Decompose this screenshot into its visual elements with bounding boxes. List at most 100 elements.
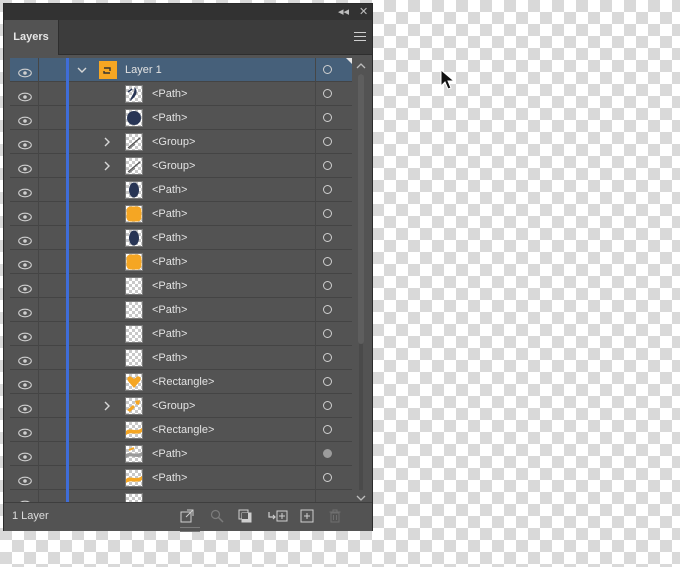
panel-resize-grip[interactable] bbox=[180, 527, 200, 532]
visibility-eye-icon[interactable] bbox=[18, 449, 32, 462]
target-circle-icon[interactable] bbox=[323, 233, 332, 242]
layer-name[interactable]: <Path> bbox=[152, 298, 187, 322]
sublayer-row[interactable]: <Path> bbox=[10, 178, 352, 202]
scrollbar-thumb[interactable] bbox=[358, 74, 364, 344]
target-circle-icon[interactable] bbox=[323, 305, 332, 314]
sublayer-row[interactable]: <Rectangle> bbox=[10, 370, 352, 394]
target-circle-icon[interactable] bbox=[323, 329, 332, 338]
export-icon[interactable] bbox=[180, 509, 194, 523]
lock-column[interactable] bbox=[38, 394, 39, 418]
sublayer-row[interactable]: <Path> bbox=[10, 322, 352, 346]
visibility-eye-icon[interactable] bbox=[18, 161, 32, 174]
lock-column[interactable] bbox=[38, 466, 39, 490]
clipping-mask-icon[interactable] bbox=[238, 509, 252, 523]
layer-name[interactable]: <Path> bbox=[152, 226, 187, 250]
lock-column[interactable] bbox=[38, 58, 39, 82]
collapse-panel-icon[interactable]: ◂◂ bbox=[338, 5, 349, 19]
sublayer-row[interactable]: <Rectangle> bbox=[10, 418, 352, 442]
layer-name[interactable]: <Path> bbox=[152, 106, 187, 130]
layer-name[interactable]: <Path> bbox=[152, 442, 187, 466]
target-circle-icon[interactable] bbox=[323, 113, 332, 122]
visibility-eye-icon[interactable] bbox=[18, 425, 32, 438]
target-circle-icon[interactable] bbox=[323, 185, 332, 194]
layer-name[interactable]: <Path> bbox=[152, 274, 187, 298]
sublayer-row[interactable]: <Path> bbox=[10, 202, 352, 226]
lock-column[interactable] bbox=[38, 178, 39, 202]
lock-column[interactable] bbox=[38, 202, 39, 226]
layer-name[interactable]: <Path> bbox=[152, 202, 187, 226]
target-circle-icon[interactable] bbox=[323, 161, 332, 170]
sublayer-row[interactable]: <Path> bbox=[10, 346, 352, 370]
visibility-eye-icon[interactable] bbox=[18, 65, 32, 78]
tab-layers[interactable]: Layers bbox=[4, 20, 59, 55]
trash-icon[interactable] bbox=[328, 509, 342, 523]
new-layer-icon[interactable] bbox=[300, 509, 314, 523]
layer-row[interactable]: Layer 1 bbox=[10, 58, 352, 82]
scroll-down-icon[interactable] bbox=[356, 494, 366, 502]
layer-name[interactable]: <Path> bbox=[152, 322, 187, 346]
lock-column[interactable] bbox=[38, 298, 39, 322]
layer-name[interactable]: <Rectangle> bbox=[152, 418, 214, 442]
visibility-eye-icon[interactable] bbox=[18, 233, 32, 246]
target-circle-icon[interactable] bbox=[323, 353, 332, 362]
sublayer-row[interactable]: <Path> bbox=[10, 226, 352, 250]
layer-name[interactable]: <Rectangle> bbox=[152, 370, 214, 394]
sublayer-row[interactable]: <Group> bbox=[10, 130, 352, 154]
sublayer-row[interactable]: <Group> bbox=[10, 394, 352, 418]
sublayer-row[interactable]: <Group> bbox=[10, 154, 352, 178]
lock-column[interactable] bbox=[38, 250, 39, 274]
visibility-eye-icon[interactable] bbox=[18, 89, 32, 102]
target-circle-icon[interactable] bbox=[323, 377, 332, 386]
layer-name[interactable]: <Path> bbox=[152, 250, 187, 274]
lock-column[interactable] bbox=[38, 490, 39, 502]
locate-object-icon[interactable] bbox=[210, 509, 224, 523]
target-circle-icon[interactable] bbox=[323, 65, 332, 74]
layer-name[interactable]: <Path> bbox=[152, 178, 187, 202]
visibility-eye-icon[interactable] bbox=[18, 305, 32, 318]
layer-name[interactable]: <Group> bbox=[152, 130, 195, 154]
lock-column[interactable] bbox=[38, 370, 39, 394]
layer-name[interactable]: <Path> bbox=[152, 466, 187, 490]
lock-column[interactable] bbox=[38, 274, 39, 298]
sublayer-row[interactable]: <Path> bbox=[10, 250, 352, 274]
lock-column[interactable] bbox=[38, 442, 39, 466]
layer-name[interactable]: <Path> bbox=[152, 346, 187, 370]
hamburger-menu-icon[interactable] bbox=[354, 32, 366, 42]
visibility-eye-icon[interactable] bbox=[18, 473, 32, 486]
lock-column[interactable] bbox=[38, 130, 39, 154]
target-circle-icon[interactable] bbox=[323, 137, 332, 146]
visibility-eye-icon[interactable] bbox=[18, 401, 32, 414]
sublayer-row[interactable]: <Path> bbox=[10, 466, 352, 490]
sublayer-row[interactable]: <Path> bbox=[10, 106, 352, 130]
lock-column[interactable] bbox=[38, 322, 39, 346]
lock-column[interactable] bbox=[38, 418, 39, 442]
target-circle-icon[interactable] bbox=[323, 449, 332, 458]
lock-column[interactable] bbox=[38, 154, 39, 178]
close-panel-icon[interactable]: ✕ bbox=[359, 5, 368, 19]
layer-name[interactable]: Layer 1 bbox=[125, 58, 162, 82]
lock-column[interactable] bbox=[38, 226, 39, 250]
visibility-eye-icon[interactable] bbox=[18, 281, 32, 294]
layer-name[interactable]: <Group> bbox=[152, 154, 195, 178]
lock-column[interactable] bbox=[38, 106, 39, 130]
target-circle-icon[interactable] bbox=[323, 281, 332, 290]
sublayer-row[interactable]: <Path> bbox=[10, 442, 352, 466]
visibility-eye-icon[interactable] bbox=[18, 329, 32, 342]
visibility-eye-icon[interactable] bbox=[18, 113, 32, 126]
sublayer-row[interactable]: <Path> bbox=[10, 298, 352, 322]
target-circle-icon[interactable] bbox=[323, 209, 332, 218]
visibility-eye-icon[interactable] bbox=[18, 137, 32, 150]
sublayer-row[interactable] bbox=[10, 490, 352, 502]
visibility-eye-icon[interactable] bbox=[18, 185, 32, 198]
scroll-up-icon[interactable] bbox=[356, 62, 366, 70]
target-circle-icon[interactable] bbox=[323, 89, 332, 98]
target-circle-icon[interactable] bbox=[323, 425, 332, 434]
layers-scrollbar[interactable] bbox=[354, 60, 368, 504]
visibility-eye-icon[interactable] bbox=[18, 353, 32, 366]
new-sublayer-icon[interactable] bbox=[268, 509, 288, 523]
layer-name[interactable]: <Group> bbox=[152, 394, 195, 418]
lock-column[interactable] bbox=[38, 346, 39, 370]
layer-name[interactable]: <Path> bbox=[152, 82, 187, 106]
target-circle-icon[interactable] bbox=[323, 473, 332, 482]
target-circle-icon[interactable] bbox=[323, 257, 332, 266]
